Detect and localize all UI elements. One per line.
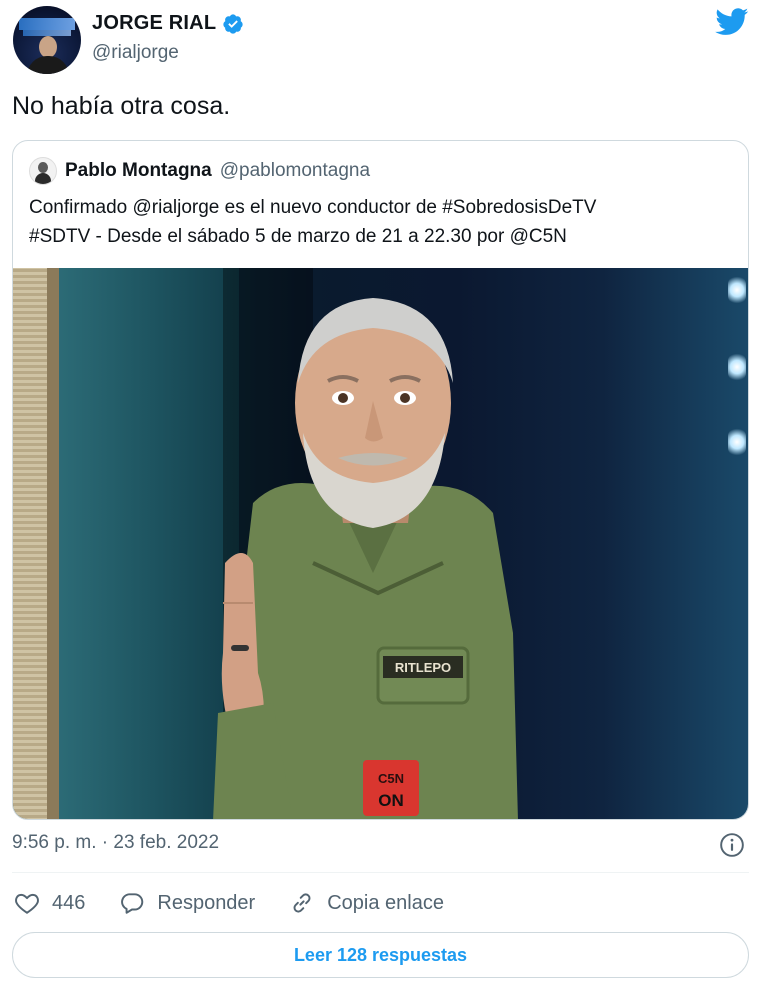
like-count: 446 <box>52 891 86 914</box>
author-handle[interactable]: @rialjorge <box>92 42 179 64</box>
photo-door-frame <box>47 268 59 819</box>
photo-light <box>728 276 746 304</box>
photo-name-tag: RITLEPO <box>395 660 451 675</box>
verified-badge-icon <box>223 13 243 34</box>
photo-door <box>59 268 239 819</box>
link-icon <box>293 893 311 913</box>
photo-light <box>728 353 746 381</box>
author-avatar[interactable] <box>13 6 81 74</box>
quoted-author-handle: @pablomontagna <box>219 160 371 181</box>
quoted-text-line-2: #SDTV - Desde el sábado 5 de marzo de 21… <box>29 226 567 247</box>
quoted-text-line-1: Confirmado @rialjorge es el nuevo conduc… <box>29 197 597 218</box>
copy-link-button[interactable]: Copia enlace <box>289 890 444 916</box>
photo-patch-line-1: C5N <box>378 771 404 786</box>
info-icon[interactable] <box>719 832 745 858</box>
read-replies-button[interactable]: Leer 128 respuestas <box>12 932 749 978</box>
quoted-tweet-photo[interactable]: RITLEPO C5N ON <box>13 268 748 819</box>
like-button[interactable]: 446 <box>14 890 85 916</box>
heart-icon <box>15 893 39 914</box>
author-name[interactable]: JORGE RIAL <box>92 12 216 35</box>
tweet-actions: 446 Responder Copia enlace <box>14 888 478 918</box>
reply-button[interactable]: Responder <box>119 890 255 916</box>
tweet-text: No había otra cosa. <box>12 92 231 120</box>
speech-bubble-icon <box>121 893 144 914</box>
divider <box>12 872 749 873</box>
quoted-tweet-card[interactable]: Pablo Montagna @pablomontagna Confirmado… <box>12 140 749 820</box>
avatar-head <box>39 36 57 58</box>
tweet-timestamp[interactable]: 9:56 p. m. · 23 feb. 2022 <box>12 832 219 854</box>
photo-patch-line-2: ON <box>378 791 404 810</box>
author-name-row: JORGE RIAL <box>92 12 244 35</box>
copy-link-label: Copia enlace <box>327 891 444 914</box>
quoted-tweet-header: Pablo Montagna @pablomontagna <box>29 157 370 185</box>
tweet-header: JORGE RIAL @rialjorge <box>10 4 757 74</box>
twitter-bird-icon[interactable] <box>715 8 749 36</box>
photo-light <box>728 428 746 456</box>
quoted-tweet-text: Confirmado @rialjorge es el nuevo conduc… <box>29 193 734 251</box>
reply-label: Responder <box>157 891 256 914</box>
quoted-author-avatar <box>29 157 57 185</box>
avatar-banner <box>19 18 75 30</box>
avatar-body <box>27 56 69 74</box>
photo-person: RITLEPO C5N ON <box>213 298 518 819</box>
quoted-author-name: Pablo Montagna <box>65 160 212 181</box>
